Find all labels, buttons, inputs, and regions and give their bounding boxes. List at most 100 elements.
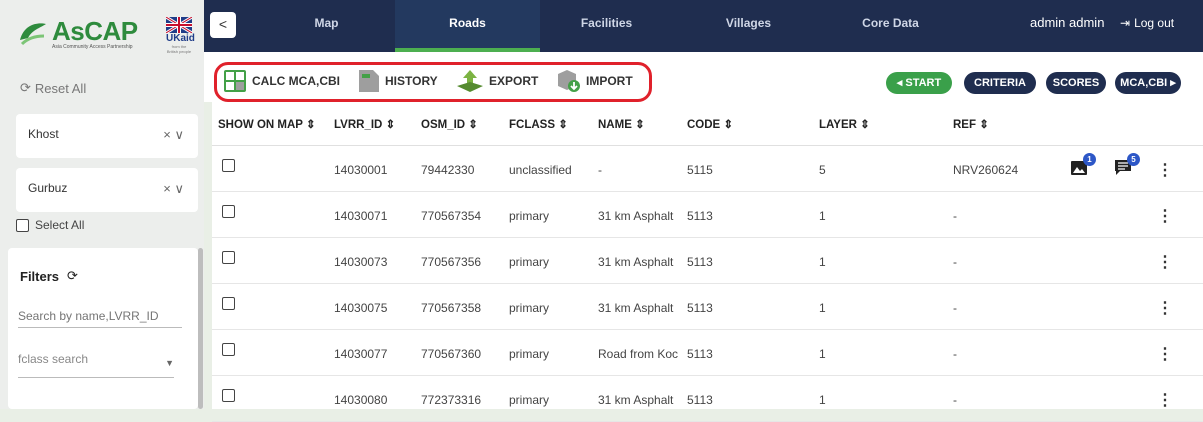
table-row[interactable]: 14030001 79442330 unclassified - 5115 5 NRV260…: [212, 146, 1203, 192]
row-menu-icon[interactable]: ⋮: [1157, 390, 1173, 410]
header-code[interactable]: CODE ⇕: [687, 117, 733, 131]
show-on-map-checkbox[interactable]: [222, 251, 235, 264]
comment-icon[interactable]: 5: [1114, 153, 1140, 178]
cell-layer: 1: [819, 393, 826, 407]
cell-name: 31 km Asphalt: [598, 255, 674, 269]
cell-ref: -: [953, 209, 957, 223]
cell-ref: -: [953, 301, 957, 315]
toolbar: CALC MCA,CBI HISTORY EXPORT IMPORT ◂ STA…: [204, 52, 1203, 102]
clear-icon[interactable]: ×: [163, 181, 171, 196]
logo-text: AsCAP: [52, 16, 138, 46]
fclass-search-placeholder: fclass search: [18, 352, 89, 366]
start-button[interactable]: ◂ START: [886, 72, 952, 94]
tab-core-data[interactable]: Core Data: [818, 0, 963, 52]
import-button[interactable]: IMPORT: [556, 70, 633, 92]
photo-count-badge: 1: [1083, 153, 1096, 166]
row-menu-icon[interactable]: ⋮: [1157, 160, 1173, 180]
refresh-filters-icon[interactable]: ⟳: [67, 268, 78, 284]
comment-count-badge: 5: [1127, 153, 1140, 166]
filters-panel: Filters ⟳ fclass search ▼: [8, 248, 198, 409]
clear-icon[interactable]: ×: [163, 127, 171, 142]
table-row[interactable]: 14030071 770567354 primary 31 km Asphalt 511…: [212, 192, 1203, 238]
cell-osm-id: 79442330: [421, 163, 475, 177]
table-row[interactable]: 14030077 770567360 primary Road from Koc 511…: [212, 330, 1203, 376]
cell-code: 5113: [687, 393, 713, 407]
logout-label: Log out: [1134, 16, 1175, 30]
header-name[interactable]: NAME ⇕: [598, 117, 645, 131]
search-name-input[interactable]: [18, 304, 182, 328]
sort-icon: ⇕: [305, 119, 316, 131]
criteria-button[interactable]: CRITERIA: [964, 72, 1036, 94]
table-header: SHOW ON MAP ⇕ LVRR_ID ⇕ OSM_ID ⇕ FCLASS …: [212, 102, 1203, 146]
select-all-checkbox[interactable]: Select All: [16, 218, 84, 232]
reset-all-label: Reset All: [34, 80, 87, 96]
logout-button[interactable]: ⇥ Log out: [1120, 0, 1174, 46]
roads-table: SHOW ON MAP ⇕ LVRR_ID ⇕ OSM_ID ⇕ FCLASS …: [212, 102, 1203, 422]
history-button[interactable]: HISTORY: [359, 70, 438, 92]
cell-fclass: primary: [509, 255, 550, 269]
cell-layer: 1: [819, 347, 826, 361]
row-menu-icon[interactable]: ⋮: [1157, 252, 1173, 272]
header-ref[interactable]: REF ⇕: [953, 117, 989, 131]
sort-icon: ⇕: [860, 119, 870, 131]
header-lvrr-id[interactable]: LVRR_ID ⇕: [334, 117, 395, 131]
header-osm-id[interactable]: OSM_ID ⇕: [421, 117, 478, 131]
sort-icon: ⇕: [979, 119, 989, 131]
tab-map[interactable]: Map: [254, 0, 399, 52]
cell-lvrr-id: 14030071: [334, 209, 388, 223]
chevron-down-icon[interactable]: ∨: [174, 127, 184, 142]
show-on-map-checkbox[interactable]: [222, 205, 235, 218]
user-name: admin admin: [1030, 15, 1105, 30]
photo-icon[interactable]: 1: [1070, 153, 1096, 178]
table-row[interactable]: 14030075 770567358 primary 31 km Asphalt 511…: [212, 284, 1203, 330]
row-menu-icon[interactable]: ⋮: [1157, 298, 1173, 318]
header-show-on-map[interactable]: SHOW ON MAP ⇕: [218, 117, 316, 131]
show-on-map-checkbox[interactable]: [222, 159, 235, 172]
district-select[interactable]: Gurbuz × ∨: [16, 168, 198, 212]
row-menu-icon[interactable]: ⋮: [1157, 206, 1173, 226]
tab-villages[interactable]: Villages: [676, 0, 821, 52]
mca-cbi-button[interactable]: MCA,CBI ▸: [1115, 72, 1181, 94]
show-on-map-checkbox[interactable]: [222, 297, 235, 310]
filters-title: Filters ⟳: [20, 268, 78, 284]
show-on-map-checkbox[interactable]: [222, 389, 235, 402]
chevron-down-icon[interactable]: ∨: [174, 181, 184, 196]
app-logo: AsCAP Asia Community Access Partnership …: [14, 14, 204, 54]
header-layer[interactable]: LAYER ⇕: [819, 117, 870, 131]
import-label: IMPORT: [586, 74, 633, 88]
table-row[interactable]: 14030073 770567356 primary 31 km Asphalt 511…: [212, 238, 1203, 284]
collapse-sidebar-button[interactable]: <: [210, 12, 236, 38]
cell-fclass: primary: [509, 209, 550, 223]
calc-label: CALC MCA,CBI: [252, 74, 340, 88]
cell-lvrr-id: 14030075: [334, 301, 388, 315]
cell-osm-id: 770567356: [421, 255, 482, 269]
sidebar: AsCAP Asia Community Access Partnership …: [0, 0, 204, 409]
logo-subtitle: Asia Community Access Partnership: [52, 44, 133, 50]
calc-mca-cbi-button[interactable]: CALC MCA,CBI: [224, 70, 340, 92]
district-value: Gurbuz: [28, 181, 68, 195]
scores-button[interactable]: SCORES: [1046, 72, 1106, 94]
export-button[interactable]: EXPORT: [457, 70, 538, 92]
tab-facilities[interactable]: Facilities: [534, 0, 679, 52]
province-value: Khost: [28, 127, 59, 141]
cell-layer: 1: [819, 255, 826, 269]
checkbox[interactable]: [16, 218, 29, 232]
cell-code: 5115: [687, 163, 713, 177]
tab-roads[interactable]: Roads: [395, 0, 540, 52]
row-menu-icon[interactable]: ⋮: [1157, 344, 1173, 364]
cell-name: Road from Koc: [598, 347, 679, 361]
reset-all-button[interactable]: ⟳ Reset All: [20, 80, 86, 96]
province-select[interactable]: Khost × ∨: [16, 114, 198, 158]
cell-osm-id: 770567354: [421, 209, 482, 223]
mca-label: MCA,CBI: [1120, 77, 1168, 89]
cell-ref: -: [953, 347, 957, 361]
cell-code: 5113: [687, 255, 713, 269]
fclass-search-select[interactable]: fclass search ▼: [18, 352, 174, 378]
show-on-map-checkbox[interactable]: [222, 343, 235, 356]
select-all-label: Select All: [35, 218, 85, 232]
table-row[interactable]: 14030080 772373316 primary 31 km Asphalt 511…: [212, 376, 1203, 422]
cell-fclass: unclassified: [509, 163, 572, 177]
sidebar-scrollbar[interactable]: [198, 248, 203, 409]
cell-osm-id: 772373316: [421, 393, 482, 407]
header-fclass[interactable]: FCLASS ⇕: [509, 117, 568, 131]
